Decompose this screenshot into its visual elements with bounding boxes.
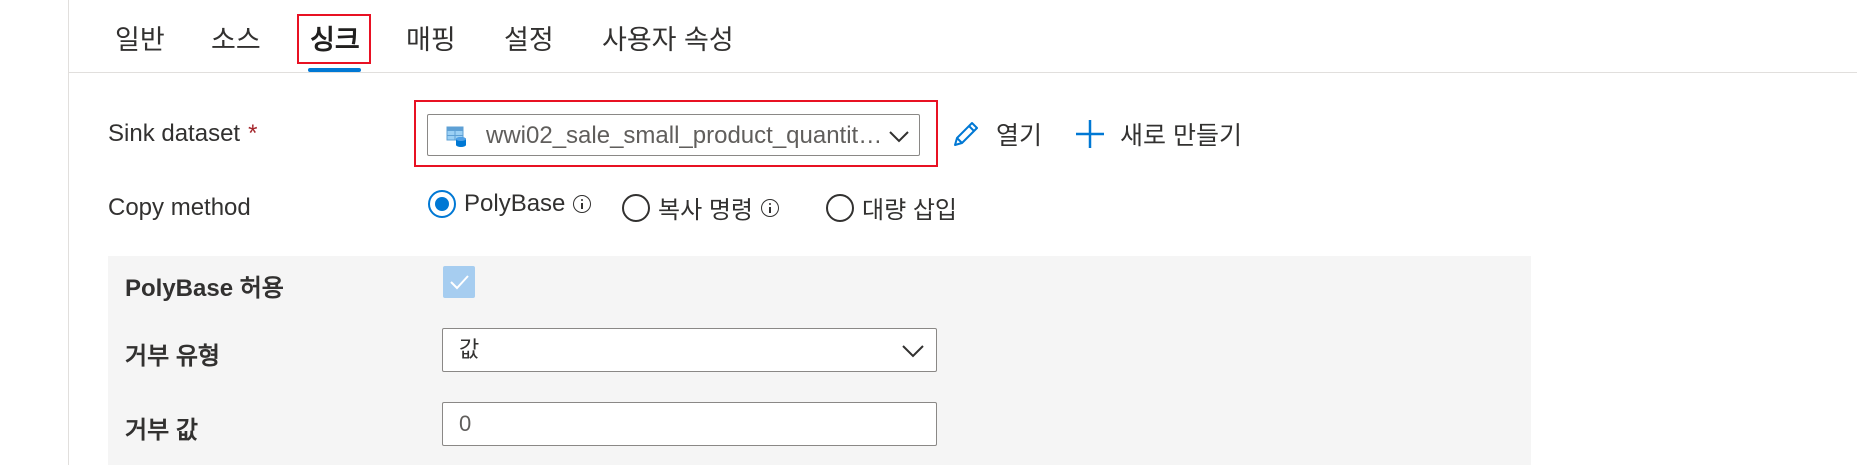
sql-table-icon — [446, 126, 466, 147]
radio-bulk-insert[interactable]: 대량 삽입 — [826, 190, 957, 225]
allow-polybase-checkbox[interactable] — [443, 266, 475, 298]
radio-polybase-circle — [428, 190, 456, 218]
sink-dataset-label: Sink dataset * — [108, 120, 257, 148]
tab-highlight-box — [297, 14, 371, 64]
pencil-icon — [954, 122, 978, 146]
radio-copy-command-label: 복사 명령 — [658, 197, 753, 224]
chevron-down-icon — [902, 345, 924, 358]
reject-type-value: 값 — [459, 337, 480, 362]
open-dataset-label: 열기 — [996, 122, 1043, 150]
tab-user-properties[interactable]: 사용자 속성 — [602, 20, 734, 60]
checkmark-icon — [450, 275, 469, 290]
allow-polybase-label: PolyBase 허용 — [125, 275, 284, 302]
reject-value-label: 거부 값 — [125, 417, 198, 444]
new-dataset-label: 새로 만들기 — [1120, 122, 1242, 150]
reject-value-input[interactable]: 0 — [442, 402, 937, 446]
radio-polybase[interactable]: PolyBase — [428, 190, 592, 218]
required-marker: * — [248, 120, 258, 147]
reject-value-text: 0 — [459, 411, 472, 436]
radio-polybase-label: PolyBase — [464, 190, 566, 217]
tab-mapping[interactable]: 매핑 — [406, 20, 456, 60]
tab-source[interactable]: 소스 — [211, 20, 261, 60]
reject-type-label: 거부 유형 — [125, 343, 220, 370]
sink-dataset-value: wwi02_sale_small_product_quantity_foreca… — [486, 122, 886, 149]
tab-general[interactable]: 일반 — [115, 20, 165, 60]
tab-settings[interactable]: 설정 — [504, 20, 554, 60]
radio-bulk-insert-label: 대량 삽입 — [862, 197, 957, 224]
left-divider — [68, 0, 69, 465]
reject-type-dropdown[interactable]: 값 — [442, 328, 937, 372]
sink-dataset-label-text: Sink dataset — [108, 120, 241, 147]
radio-bulk-insert-circle — [826, 193, 854, 222]
sink-dataset-dropdown[interactable]: wwi02_sale_small_product_quantity_foreca… — [427, 114, 920, 156]
new-dataset-button[interactable]: 새로 만들기 — [1074, 114, 1242, 154]
info-icon[interactable] — [761, 198, 779, 217]
chevron-down-icon — [889, 131, 909, 143]
plus-icon — [1076, 120, 1104, 148]
info-icon[interactable] — [573, 195, 592, 213]
radio-copy-command[interactable]: 복사 명령 — [622, 190, 779, 225]
radio-copy-command-circle — [622, 193, 650, 222]
open-dataset-button[interactable]: 열기 — [950, 114, 1042, 154]
tabs-divider — [69, 72, 1857, 73]
copy-method-label: Copy method — [108, 194, 251, 221]
